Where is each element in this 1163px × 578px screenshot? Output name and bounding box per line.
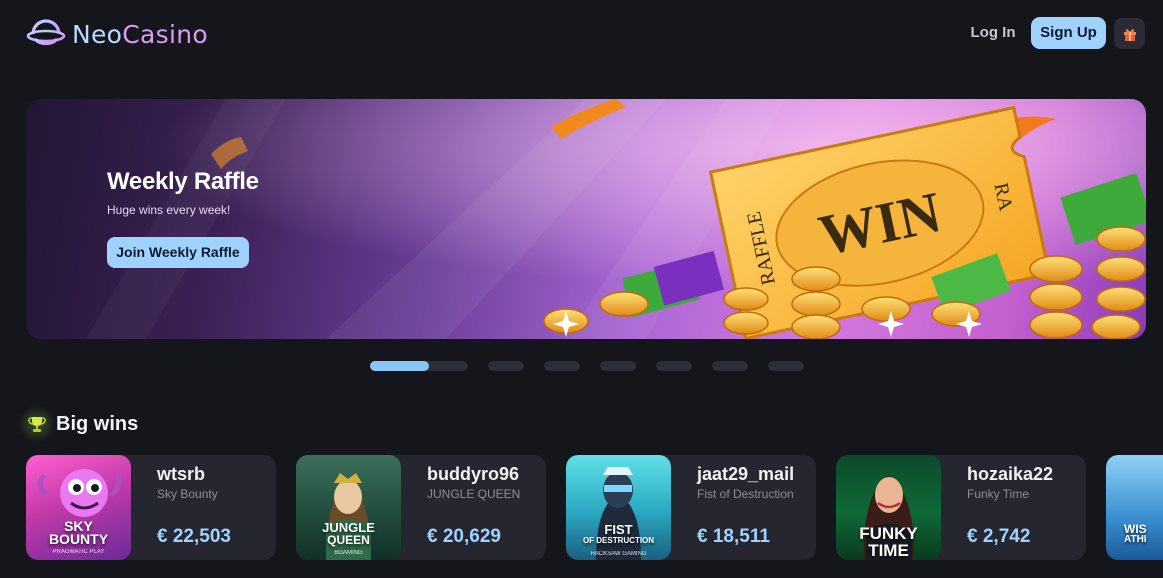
game-name: Fist of Destruction: [697, 487, 794, 501]
win-amount: € 22,503: [157, 526, 231, 547]
win-card[interactable]: FUNKY TIME hozaika22 Funky Time € 2,742: [836, 455, 1086, 560]
carousel-dot-progress: [370, 361, 429, 371]
planet-logo-icon: [26, 19, 66, 46]
win-amount: € 20,629: [427, 526, 501, 547]
game-thumbnail: FIST OF DESTRUCTION HACKSAW GAMING: [566, 455, 671, 560]
game-thumbnail: JUNGLE QUEEN BGAMING: [296, 455, 401, 560]
raffle-illustration: WIN RAFFLE RA: [26, 99, 1146, 339]
winner-username: jaat29_mail: [697, 464, 795, 484]
big-wins-heading: Big wins: [18, 405, 139, 443]
game-name: Funky Time: [967, 487, 1030, 501]
trophy-icon: [28, 417, 46, 432]
logo-neo: Neo: [72, 19, 123, 49]
thumb-title-1: FIST: [604, 522, 633, 537]
gift-button[interactable]: [1114, 18, 1145, 49]
login-button[interactable]: Log In: [964, 20, 1022, 46]
thumb-title-2: TIME: [868, 541, 909, 560]
thumb-provider: HACKSAW GAMING: [590, 551, 647, 557]
carousel-dot[interactable]: [656, 361, 692, 371]
win-card[interactable]: JUNGLE QUEEN BGAMING buddyro96 JUNGLE QU…: [296, 455, 546, 560]
winner-username: buddyro96: [427, 464, 520, 484]
thumb-title-2: QUEEN: [327, 533, 370, 547]
game-thumbnail: FUNKY TIME: [836, 455, 941, 560]
banner-title: Weekly Raffle: [107, 168, 259, 195]
thumb-title-1: FUNKY: [859, 524, 918, 543]
carousel-dot[interactable]: [488, 361, 524, 371]
win-card[interactable]: WIS ATHI: [1106, 455, 1163, 560]
header: NeoCasino Log In Sign Up: [0, 0, 1163, 68]
big-wins-list: SKY BOUNTY PRAGMATIC PLAY wtsrb Sky Boun…: [26, 455, 1163, 560]
logo[interactable]: NeoCasino: [26, 18, 208, 50]
win-amount: € 18,511: [697, 526, 770, 547]
game-thumbnail: WIS ATHI: [1106, 455, 1163, 560]
carousel-dot[interactable]: [544, 361, 580, 371]
game-thumbnail: SKY BOUNTY PRAGMATIC PLAY: [26, 455, 131, 560]
thumb-provider: BGAMING: [334, 550, 363, 556]
carousel-dot[interactable]: [712, 361, 748, 371]
game-name: Sky Bounty: [157, 487, 218, 501]
logo-casino: Casino: [122, 19, 208, 49]
signup-button[interactable]: Sign Up: [1031, 17, 1106, 49]
gift-icon: [1123, 28, 1136, 41]
carousel-dot[interactable]: [600, 361, 636, 371]
win-card[interactable]: FIST OF DESTRUCTION HACKSAW GAMING jaat2…: [566, 455, 816, 560]
game-name: JUNGLE QUEEN: [427, 487, 521, 501]
thumb-title-2: BOUNTY: [48, 531, 109, 547]
winner-username: hozaika22: [967, 464, 1054, 484]
join-raffle-button[interactable]: Join Weekly Raffle: [107, 237, 249, 268]
win-amount: € 2,742: [967, 526, 1031, 547]
promo-banner[interactable]: WIN RAFFLE RA Weekly Raffle Huge wins ev…: [26, 99, 1146, 339]
thumb-title-2: OF DESTRUCTION: [582, 536, 655, 545]
carousel-dot-active[interactable]: [370, 361, 468, 371]
thumb-title-2: ATHI: [1124, 534, 1147, 545]
carousel-indicators: [0, 361, 1163, 371]
winner-username: wtsrb: [157, 464, 206, 484]
trophy-icon-wrap: [18, 405, 56, 443]
carousel-dot[interactable]: [768, 361, 804, 371]
banner-subtitle: Huge wins every week!: [107, 203, 231, 217]
win-card[interactable]: SKY BOUNTY PRAGMATIC PLAY wtsrb Sky Boun…: [26, 455, 276, 560]
big-wins-title: Big wins: [56, 412, 139, 435]
thumb-provider: PRAGMATIC PLAY: [52, 549, 105, 555]
logo-text: NeoCasino: [72, 20, 208, 49]
